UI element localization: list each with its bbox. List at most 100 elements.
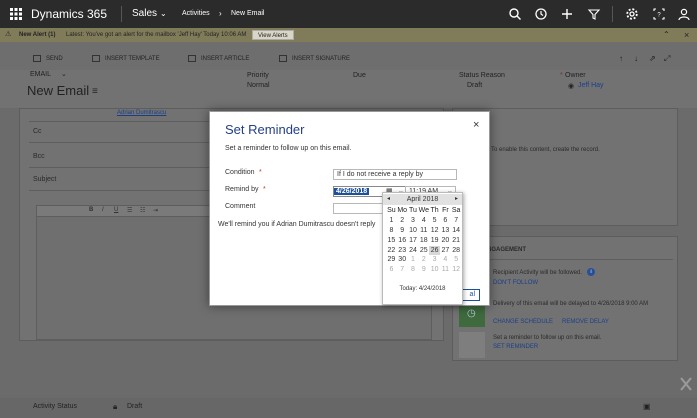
calendar-day[interactable]: 25 [418,246,429,256]
nav-divider [121,6,122,22]
calendar-day[interactable]: 1 [386,216,397,226]
calendar-day[interactable]: 22 [386,246,397,256]
calendar-day[interactable]: 20 [440,236,451,246]
assistant-icon[interactable]: ? [652,7,666,21]
calendar-day[interactable]: 30 [397,255,408,265]
calendar-day[interactable]: 24 [408,246,419,256]
breadcrumb-activities[interactable]: Activities [182,0,210,28]
app-launcher-icon[interactable] [9,7,23,21]
calendar-day[interactable]: 12 [429,226,440,236]
calendar-header: ◂ April 2018 ▸ [383,194,462,205]
calendar-day[interactable]: 10 [408,226,419,236]
date-picker-calendar: ◂ April 2018 ▸ Su Mo Tu We Th Fr Sa 1 2 3 4 5 6 7 8 9 10… [382,192,463,305]
calendar-day-other-month[interactable]: 1 [408,255,419,265]
calendar-day[interactable]: 2 [397,216,408,226]
list-icon[interactable]: ☰ [127,207,132,214]
calendar-day[interactable]: 11 [418,226,429,236]
dialog-description: Set a reminder to follow up on this emai… [225,145,352,152]
to-recipient-link[interactable]: Adrian Dumitrascu [117,110,166,116]
close-icon[interactable]: × [473,119,479,131]
italic-icon[interactable]: I [102,207,104,213]
date-value[interactable]: 4/26/2018 [334,188,370,195]
calendar-day-other-month[interactable]: 3 [429,255,440,265]
priority-label: Priority [247,72,269,79]
calendar-day[interactable]: 27 [440,246,451,256]
page-title: New Email [27,83,90,98]
calendar-day-other-month[interactable]: 9 [418,265,429,275]
calendar-day[interactable]: 21 [451,236,462,246]
calendar-day[interactable]: 16 [397,236,408,246]
status-bar: Activity Status 🔒︎ Draft ▣ [0,398,697,418]
calendar-day[interactable]: 13 [440,226,451,236]
calendar-day[interactable]: 8 [386,226,397,236]
calendar-day[interactable]: 17 [408,236,419,246]
calendar-day[interactable]: 29 [386,255,397,265]
next-month-icon[interactable]: ▸ [455,194,458,205]
entity-chevron-icon[interactable]: ⌄ [61,70,67,78]
status-reason-value[interactable]: Draft [467,82,482,89]
calendar-day-other-month[interactable]: 4 [440,255,451,265]
calendar-day-other-month[interactable]: 10 [429,265,440,275]
save-icon[interactable]: ▣ [643,402,651,411]
change-schedule-link[interactable]: CHANGE SCHEDULE [493,319,553,325]
owner-value[interactable]: Jeff Hay [578,82,604,89]
weekday-header: Tu [409,207,417,214]
calendar-grid: Su Mo Tu We Th Fr Sa 1 2 3 4 5 6 7 8 9 10 11 12 13 14 15 16 17 1… [386,206,462,275]
indent-icon[interactable]: ⇥ [153,207,158,214]
recent-history-icon[interactable] [534,7,548,21]
close-alert-icon[interactable]: × [684,28,689,42]
remove-delay-link[interactable]: REMOVE DELAY [562,319,609,325]
follow-status-text: Recipient Activity will be followed. [493,270,583,276]
app-name[interactable]: Dynamics 365 [31,0,107,28]
calendar-day-other-month[interactable]: 7 [397,265,408,275]
calendar-day[interactable]: 7 [451,216,462,226]
remind-by-label: Remind by [225,186,259,193]
calendar-day[interactable]: 28 [451,246,462,256]
alert-collapse-icon[interactable]: ⌃ [663,28,670,42]
info-icon[interactable]: i [587,268,595,276]
gear-icon[interactable] [625,7,639,21]
calendar-day-other-month[interactable]: 5 [451,255,462,265]
cc-label: Cc [33,128,42,135]
calendar-day[interactable]: 18 [418,236,429,246]
calendar-today-link[interactable]: Today: 4/24/2018 [383,286,462,292]
alert-bar: ⚠ New Alert (1) Latest: You've got an al… [0,28,697,42]
priority-value[interactable]: Normal [247,82,270,89]
search-icon[interactable] [508,7,522,21]
user-profile-icon[interactable] [677,7,691,21]
dont-follow-link[interactable]: DON'T FOLLOW [493,280,538,286]
calendar-day[interactable]: 3 [408,216,419,226]
calendar-day[interactable]: 23 [397,246,408,256]
area-chevron-icon[interactable]: ⌄ [160,0,167,28]
calendar-day[interactable]: 5 [429,216,440,226]
underline-icon[interactable]: U [114,207,118,213]
area-selector[interactable]: Sales [132,0,157,28]
calendar-day-other-month[interactable]: 12 [451,265,462,275]
header-menu-icon[interactable]: ≡ [92,86,98,97]
bold-icon[interactable]: B [89,207,93,213]
calendar-day-other-month[interactable]: 11 [440,265,451,275]
plus-icon[interactable] [560,7,574,21]
view-alerts-button[interactable]: View Alerts [252,30,294,40]
calendar-day[interactable]: 19 [429,236,440,246]
calendar-day-other-month[interactable]: 6 [386,265,397,275]
prev-month-icon[interactable]: ◂ [387,194,390,205]
condition-select[interactable]: If I do not receive a reply by [333,169,457,180]
set-reminder-link[interactable]: SET REMINDER [493,344,538,350]
command-bar: SEND INSERT TEMPLATE INSERT ARTICLE INSE… [0,42,697,70]
numbered-list-icon[interactable]: ☷ [140,207,145,214]
calendar-day[interactable]: 4 [418,216,429,226]
calendar-day-other-month[interactable]: 8 [408,265,419,275]
calendar-day[interactable]: 6 [440,216,451,226]
svg-text:?: ? [657,13,661,19]
calendar-day[interactable]: 26 [429,245,440,256]
insert-article-icon [188,55,196,62]
calendar-day-other-month[interactable]: 2 [418,255,429,265]
calendar-day[interactable]: 9 [397,226,408,236]
top-navigation-bar: Dynamics 365 Sales ⌄ Activities › New Em… [0,0,697,28]
activity-status-value: Draft [127,403,143,410]
weekday-header: We [418,207,429,214]
calendar-day[interactable]: 14 [451,226,462,236]
filter-icon[interactable] [587,7,601,21]
calendar-day[interactable]: 15 [386,236,397,246]
